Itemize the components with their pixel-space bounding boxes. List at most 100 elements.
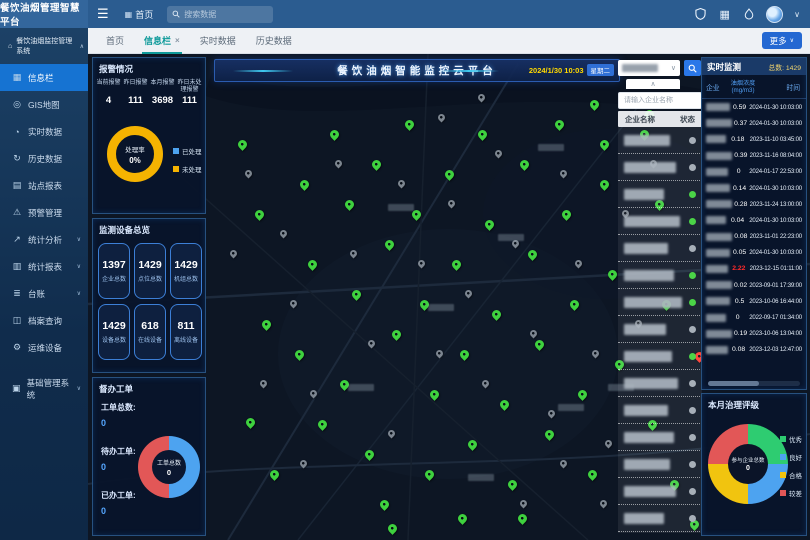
- company-list-row[interactable]: [618, 127, 702, 154]
- company-list-row[interactable]: [618, 451, 702, 478]
- sidebar-item-base-system[interactable]: ▣基础管理系统∨: [0, 375, 88, 402]
- sidebar: ⌂ 餐饮油烟监控管理系统 ∧ ▦信息栏◎GIS地图◔实时数据↻历史数据▤站点报表…: [0, 28, 88, 540]
- realtime-row[interactable]: 0.392023-11-16 08:04:00: [706, 148, 802, 164]
- shield-icon[interactable]: [694, 8, 707, 21]
- scrollbar[interactable]: [708, 381, 800, 386]
- tab-实时数据[interactable]: 实时数据: [190, 28, 246, 54]
- realtime-row[interactable]: 0.042024-01-30 10:03:00: [706, 212, 802, 228]
- status-dot-offline: [689, 488, 696, 495]
- map-search-button[interactable]: [684, 60, 701, 76]
- list-collapse-toggle[interactable]: ∧: [626, 79, 680, 89]
- chevron-down-icon[interactable]: ∨: [794, 10, 800, 19]
- more-button[interactable]: 更多∨: [762, 32, 802, 49]
- sidebar-item-stat-report[interactable]: ▥统计报表∨: [0, 253, 88, 280]
- tab-历史数据[interactable]: 历史数据: [246, 28, 302, 54]
- map-label-redacted: [348, 384, 374, 391]
- flame-icon[interactable]: [742, 8, 755, 21]
- company-select[interactable]: ∨: [618, 60, 680, 76]
- realtime-row[interactable]: 0.082023-12-03 12:47:00: [706, 342, 802, 358]
- grid-icon: ▦: [125, 10, 133, 19]
- company-list-row[interactable]: [618, 289, 702, 316]
- sidebar-item-stat-analysis[interactable]: ↗统计分析∨: [0, 226, 88, 253]
- donut-value: 0%: [129, 156, 141, 165]
- alarm-stats: 当前报警4昨日报警111本月报警3698昨日未处理报警111: [93, 78, 205, 108]
- close-icon[interactable]: ×: [175, 36, 180, 45]
- realtime-row[interactable]: 0.192023-10-06 13:04:00: [706, 326, 802, 342]
- realtime-row[interactable]: 0.52023-10-06 16:44:00: [706, 293, 802, 309]
- company-list-row[interactable]: [618, 424, 702, 451]
- realtime-row[interactable]: 02022-09-17 01:34:00: [706, 309, 802, 325]
- realtime-row[interactable]: 02024-01-17 22:53:00: [706, 164, 802, 180]
- sidebar-group-header[interactable]: ⌂ 餐饮油烟监控管理系统 ∧: [0, 28, 88, 64]
- stat-value: 1397: [102, 259, 125, 271]
- stat-label: 在线设备: [138, 335, 162, 344]
- dashboard: 餐饮油烟智能监控云平台 2024/1/30 10:03 星期二 ∨ ∧ 企业名称…: [88, 54, 810, 540]
- search-icon: [172, 10, 180, 18]
- company-name-input[interactable]: [618, 92, 702, 109]
- sheet-icon: ▥: [12, 261, 22, 272]
- company-list-row[interactable]: [618, 478, 702, 505]
- device-stat-box: 618在线设备: [134, 304, 166, 360]
- company-list-row[interactable]: [618, 397, 702, 424]
- sidebar-item-info-board[interactable]: ▦信息栏: [0, 64, 88, 91]
- timestamp: 2024-01-30 10:03:00: [749, 185, 802, 192]
- global-search-input[interactable]: [184, 10, 264, 19]
- company-name-redacted: [706, 330, 732, 338]
- realtime-row[interactable]: 0.592024-01-30 10:03:00: [706, 99, 802, 115]
- tab-label: 信息栏: [144, 34, 171, 47]
- company-list-row[interactable]: [618, 208, 702, 235]
- density-value: 0.19: [732, 330, 749, 337]
- chevron-down-icon: ∨: [671, 64, 676, 72]
- realtime-row[interactable]: 0.182023-11-10 03:45:00: [706, 131, 802, 147]
- timestamp: 2022-09-17 01:34:00: [749, 314, 802, 321]
- company-list-row[interactable]: [618, 343, 702, 370]
- global-search[interactable]: [167, 6, 273, 23]
- stat-value: 1429: [174, 259, 197, 271]
- status-dot-offline: [689, 164, 696, 171]
- col-company: 企业: [706, 82, 728, 92]
- company-list-row[interactable]: [618, 505, 702, 532]
- realtime-row[interactable]: 0.022023-09-01 17:39:00: [706, 277, 802, 293]
- legend-label: 合格: [789, 470, 802, 480]
- realtime-row[interactable]: 0.282023-11-24 13:00:00: [706, 196, 802, 212]
- company-list-row[interactable]: [618, 235, 702, 262]
- sidebar-item-label: 基础管理系统: [27, 377, 71, 401]
- tab-信息栏[interactable]: 信息栏 ×: [134, 28, 190, 54]
- company-list: [618, 127, 702, 533]
- sidebar-item-warning-manage[interactable]: ⚠预警管理: [0, 199, 88, 226]
- sidebar-item-ops-device[interactable]: ⚙运维设备: [0, 334, 88, 361]
- realtime-row[interactable]: 0.052024-01-30 10:03:00: [706, 245, 802, 261]
- device-stat-box: 1429机组总数: [170, 243, 202, 299]
- realtime-row[interactable]: 0.082023-11-01 22:23:00: [706, 229, 802, 245]
- nav-home[interactable]: ▦ 首页: [125, 8, 154, 21]
- realtime-row[interactable]: 0.372024-01-30 10:03:00: [706, 115, 802, 131]
- sidebar-item-archive-query[interactable]: ◫档案查询: [0, 307, 88, 334]
- company-list-row[interactable]: [618, 262, 702, 289]
- col-company-name: 企业名称: [625, 114, 655, 125]
- realtime-row[interactable]: 0.142024-01-30 10:03:00: [706, 180, 802, 196]
- legend-swatch: [780, 490, 786, 496]
- sidebar-item-site-report[interactable]: ▤站点报表: [0, 172, 88, 199]
- company-list-row[interactable]: [618, 154, 702, 181]
- realtime-row[interactable]: 2.222023-12-15 01:11:00: [706, 261, 802, 277]
- timestamp: 2023-12-15 01:11:00: [750, 265, 802, 272]
- company-list-row[interactable]: [618, 181, 702, 208]
- scrollbar-thumb[interactable]: [708, 381, 759, 386]
- company-name-redacted: [706, 152, 732, 160]
- stat-label: 昨日报警: [122, 80, 149, 94]
- donut-label: 参与企业总数: [731, 456, 764, 464]
- company-list-row[interactable]: [618, 316, 702, 343]
- menu-toggle-icon[interactable]: ☰: [97, 6, 109, 22]
- workorder-stat: 待办工单:0: [101, 446, 136, 472]
- user-avatar[interactable]: [766, 6, 783, 23]
- legend-item: 良好: [780, 452, 802, 462]
- company-list-row[interactable]: [618, 370, 702, 397]
- density-value: 0.08: [728, 346, 749, 353]
- apps-grid-icon[interactable]: ▦: [718, 8, 731, 21]
- sidebar-item-ledger[interactable]: ≣台账∨: [0, 280, 88, 307]
- sidebar-item-gis-map[interactable]: ◎GIS地图: [0, 91, 88, 118]
- status-dot-offline: [689, 137, 696, 144]
- tab-首页[interactable]: 首页: [96, 28, 134, 54]
- sidebar-item-realtime-data[interactable]: ◔实时数据: [0, 118, 88, 145]
- sidebar-item-history-data[interactable]: ↻历史数据: [0, 145, 88, 172]
